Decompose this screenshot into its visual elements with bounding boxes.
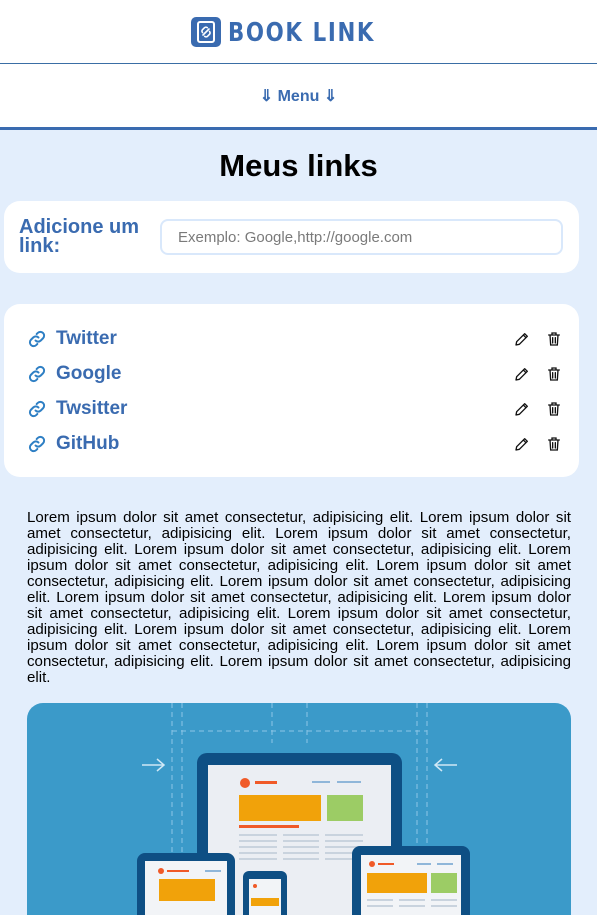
description-text: Lorem ipsum dolor sit amet consectetur, … bbox=[27, 509, 571, 686]
link-name[interactable]: Twsitter bbox=[56, 398, 499, 420]
logo[interactable]: BOOK LINK bbox=[190, 16, 407, 48]
devices-illustration bbox=[27, 703, 571, 915]
trash-icon[interactable] bbox=[545, 435, 563, 453]
responsive-devices-image bbox=[137, 703, 470, 915]
list-item: Twsitter bbox=[28, 391, 563, 426]
link-icon bbox=[28, 330, 46, 347]
menu-toggle-button[interactable]: ⇓ Menu ⇓ bbox=[260, 86, 337, 106]
menu-bar: ⇓ Menu ⇓ bbox=[0, 64, 597, 130]
trash-icon[interactable] bbox=[545, 330, 563, 348]
trash-icon[interactable] bbox=[545, 365, 563, 383]
links-list: Twitter Google Twsitter GitHub bbox=[4, 304, 579, 477]
link-name[interactable]: Twitter bbox=[56, 328, 499, 350]
list-item: GitHub bbox=[28, 426, 563, 461]
edit-icon[interactable] bbox=[513, 435, 531, 453]
book-link-icon bbox=[190, 16, 221, 47]
edit-icon[interactable] bbox=[513, 400, 531, 418]
list-item: Google bbox=[28, 356, 563, 391]
link-name[interactable]: Google bbox=[56, 363, 499, 385]
trash-icon[interactable] bbox=[545, 400, 563, 418]
link-name[interactable]: GitHub bbox=[56, 433, 499, 455]
page-title: Meus links bbox=[219, 148, 378, 183]
edit-icon[interactable] bbox=[513, 330, 531, 348]
add-link-card: Adicione um link: bbox=[4, 201, 579, 273]
edit-icon[interactable] bbox=[513, 365, 531, 383]
list-item: Twitter bbox=[28, 321, 563, 356]
add-link-input[interactable] bbox=[160, 219, 563, 255]
link-icon bbox=[28, 365, 46, 382]
header: BOOK LINK bbox=[0, 0, 597, 64]
link-icon bbox=[28, 435, 46, 452]
link-icon bbox=[28, 400, 46, 417]
add-link-label: Adicione um link: bbox=[19, 216, 140, 257]
logo-text: BOOK LINK bbox=[227, 17, 375, 48]
